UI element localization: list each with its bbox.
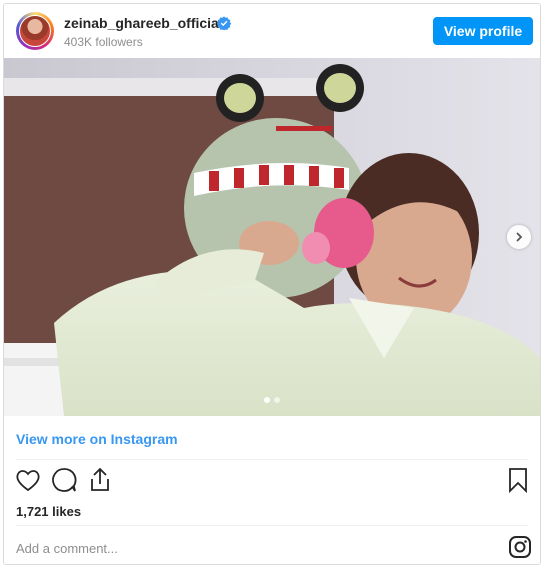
like-count[interactable]: 1,721 likes — [16, 504, 81, 519]
avatar[interactable] — [16, 12, 54, 50]
username[interactable]: zeinab_ghareeb_official — [64, 15, 223, 31]
post-photo-illustration — [4, 58, 540, 416]
action-bar — [4, 466, 540, 498]
divider — [16, 459, 528, 460]
post-image[interactable] — [4, 58, 540, 416]
view-profile-button[interactable]: View profile — [433, 17, 533, 45]
carousel-dot-active — [264, 397, 270, 403]
post-header: zeinab_ghareeb_official 403K followers V… — [4, 4, 540, 58]
follower-count: 403K followers — [64, 35, 143, 49]
carousel-dot — [274, 397, 280, 403]
add-comment-input[interactable]: Add a comment... — [16, 541, 118, 556]
carousel-indicator — [4, 397, 540, 403]
instagram-embed-card: zeinab_ghareeb_official 403K followers V… — [3, 3, 541, 565]
instagram-logo-icon[interactable] — [508, 535, 532, 559]
verified-badge-icon — [217, 16, 231, 30]
next-image-button[interactable] — [507, 225, 531, 249]
divider — [16, 525, 528, 526]
comment-icon[interactable] — [50, 466, 78, 494]
bookmark-icon[interactable] — [504, 466, 532, 494]
avatar-image — [19, 15, 51, 47]
chevron-right-icon — [516, 232, 523, 242]
view-more-on-instagram-link[interactable]: View more on Instagram — [16, 431, 178, 447]
share-icon[interactable] — [86, 466, 114, 494]
heart-icon[interactable] — [14, 466, 42, 494]
